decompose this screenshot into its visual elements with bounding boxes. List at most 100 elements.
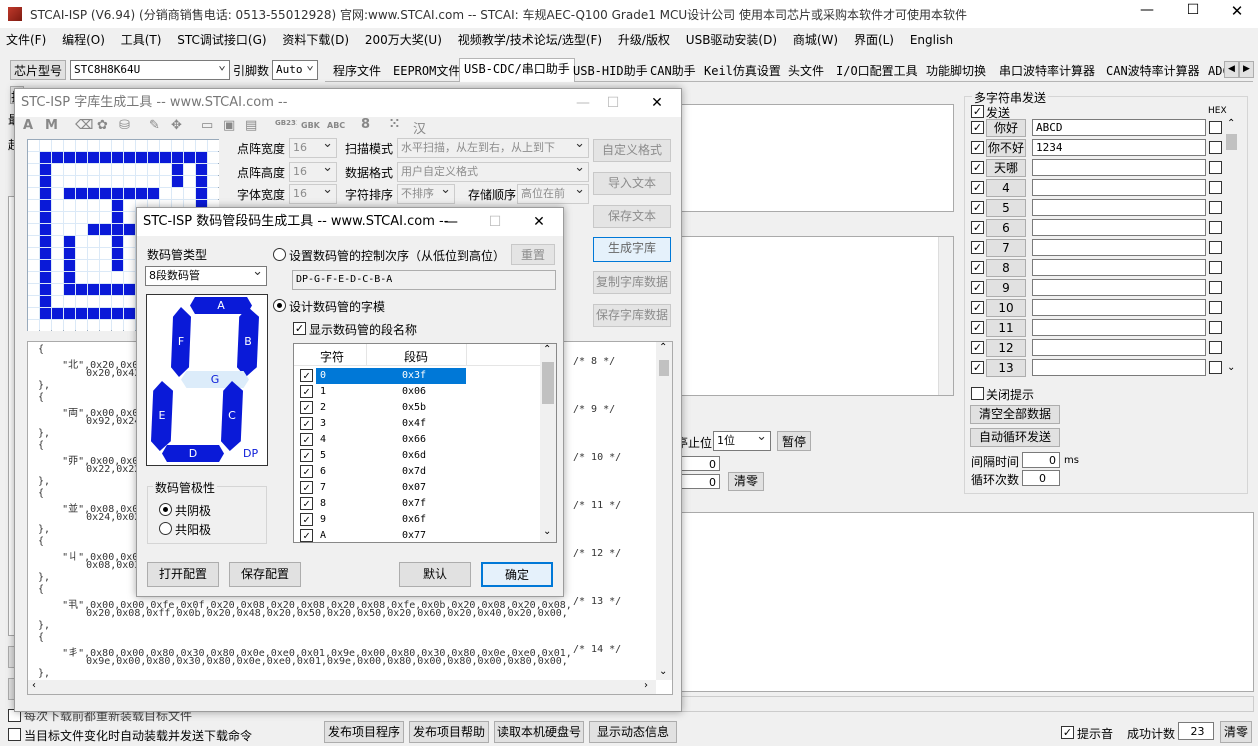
tab-scroll-right-icon[interactable]: ▶ — [1239, 61, 1254, 78]
pixel-cell[interactable] — [28, 140, 39, 151]
send-all-checkbox[interactable]: ✓ — [971, 105, 984, 118]
open-config-button[interactable]: 打开配置 — [147, 562, 219, 587]
pixel-cell[interactable] — [64, 224, 75, 235]
pixel-cell[interactable] — [52, 212, 63, 223]
pixel-cell[interactable] — [40, 152, 51, 163]
pixel-cell[interactable] — [28, 236, 39, 247]
pixel-cell[interactable] — [76, 284, 87, 295]
pixel-cell[interactable] — [136, 164, 147, 175]
pixel-cell[interactable] — [148, 140, 159, 151]
pixel-cell[interactable] — [64, 272, 75, 283]
row-enable-checkbox[interactable]: ✓ — [971, 241, 984, 254]
row-text-field[interactable] — [1032, 199, 1206, 216]
pixel-cell[interactable] — [100, 260, 111, 271]
col-char-header[interactable]: 字符 — [320, 348, 344, 365]
anode-radio[interactable] — [159, 522, 172, 535]
pixel-cell[interactable] — [160, 152, 171, 163]
pixel-cell[interactable] — [124, 164, 135, 175]
pixel-cell[interactable] — [88, 308, 99, 319]
pixel-cell[interactable] — [76, 248, 87, 259]
hanzi-icon[interactable]: 汉 — [413, 118, 426, 137]
row-enable-checkbox[interactable]: ✓ — [971, 301, 984, 314]
pixel-cell[interactable] — [148, 176, 159, 187]
pixel-cell[interactable] — [52, 308, 63, 319]
pixel-cell[interactable] — [52, 272, 63, 283]
pixel-cell[interactable] — [76, 164, 87, 175]
code-hscroll[interactable]: ‹ › — [28, 680, 656, 694]
segment-table-row[interactable]: ✓ 5 0x6d — [294, 448, 539, 464]
pixel-cell[interactable] — [100, 140, 111, 151]
pixel-cell[interactable] — [100, 212, 111, 223]
pixel-cell[interactable] — [52, 236, 63, 247]
pixel-cell[interactable] — [88, 296, 99, 307]
cathode-radio[interactable] — [159, 503, 172, 516]
chip-select[interactable]: STC8H8K64U — [70, 60, 230, 80]
row-hex-checkbox[interactable] — [1209, 261, 1222, 274]
pixel-cell[interactable] — [124, 224, 135, 235]
row-send-button[interactable]: 11 — [986, 319, 1026, 337]
custom-format-button[interactable]: 自定义格式 — [593, 139, 671, 162]
pixel-cell[interactable] — [136, 152, 147, 163]
pixel-cell[interactable] — [28, 248, 39, 259]
pixel-cell[interactable] — [52, 188, 63, 199]
pixel-cell[interactable] — [40, 164, 51, 175]
auto-loop-button[interactable]: 自动循环发送 — [970, 428, 1060, 447]
pin-select[interactable]: Auto — [272, 60, 318, 80]
pixel-cell[interactable] — [64, 296, 75, 307]
row-send-button[interactable]: 7 — [986, 239, 1026, 257]
tab-header[interactable]: 头文件 — [783, 60, 829, 81]
pixel-cell[interactable] — [40, 224, 51, 235]
pixel-cell[interactable] — [40, 272, 51, 283]
stop-bit-select[interactable]: 1位 — [713, 431, 771, 451]
pixel-cell[interactable] — [112, 152, 123, 163]
menu-english[interactable]: English — [910, 33, 953, 47]
pixel-cell[interactable] — [148, 188, 159, 199]
row-text-field[interactable]: 1234 — [1032, 139, 1206, 156]
pixel-cell[interactable] — [124, 212, 135, 223]
pixel-cell[interactable] — [76, 320, 87, 331]
pixel-cell[interactable] — [64, 140, 75, 151]
row-select-checkbox[interactable]: ✓ — [300, 513, 313, 526]
pixel-cell[interactable] — [100, 224, 111, 235]
gbk-icon[interactable]: GBK — [301, 121, 320, 130]
row-enable-checkbox[interactable]: ✓ — [971, 321, 984, 334]
pixel-cell[interactable] — [112, 176, 123, 187]
pixel-cell[interactable] — [112, 224, 123, 235]
gb2312-icon[interactable]: GB2312 — [275, 119, 297, 127]
row-hex-checkbox[interactable] — [1209, 281, 1222, 294]
pixel-cell[interactable] — [112, 236, 123, 247]
pixel-cell[interactable] — [40, 140, 51, 151]
clear-count-button[interactable]: 清零 — [728, 472, 764, 491]
bucket-icon[interactable]: ⛁ — [119, 118, 130, 133]
pixel-cell[interactable] — [184, 152, 195, 163]
open-icon[interactable]: ▭ — [201, 118, 213, 133]
segment-table-scrollbar[interactable]: ⌃ ⌄ — [540, 344, 556, 542]
pixel-cell[interactable] — [184, 176, 195, 187]
pixel-cell[interactable] — [40, 236, 51, 247]
code-scroll-thumb[interactable] — [659, 360, 669, 376]
pixel-cell[interactable] — [160, 140, 171, 151]
pixel-cell[interactable] — [124, 176, 135, 187]
code-scroll-down-icon[interactable]: ⌄ — [659, 666, 667, 677]
pixel-cell[interactable] — [40, 296, 51, 307]
pixel-cell[interactable] — [52, 284, 63, 295]
publish-help-button[interactable]: 发布项目帮助 — [409, 721, 489, 743]
row-enable-checkbox[interactable]: ✓ — [971, 261, 984, 274]
row-text-field[interactable] — [1032, 339, 1206, 356]
main-hscroll[interactable] — [676, 696, 1254, 712]
pixel-cell[interactable] — [124, 248, 135, 259]
pixel-cell[interactable] — [88, 152, 99, 163]
pixel-cell[interactable] — [88, 176, 99, 187]
row-send-button[interactable]: 5 — [986, 199, 1026, 217]
pixel-cell[interactable] — [124, 200, 135, 211]
segment-a[interactable]: A — [190, 297, 252, 314]
pixel-cell[interactable] — [76, 140, 87, 151]
segment-dp[interactable]: DP — [243, 447, 258, 460]
pixel-cell[interactable] — [160, 176, 171, 187]
pixel-cell[interactable] — [28, 308, 39, 319]
eraser-icon[interactable]: ⌫ — [75, 118, 93, 133]
pixel-cell[interactable] — [112, 200, 123, 211]
pixel-cell[interactable] — [28, 320, 39, 331]
pixel-cell[interactable] — [76, 188, 87, 199]
pixel-cell[interactable] — [76, 236, 87, 247]
